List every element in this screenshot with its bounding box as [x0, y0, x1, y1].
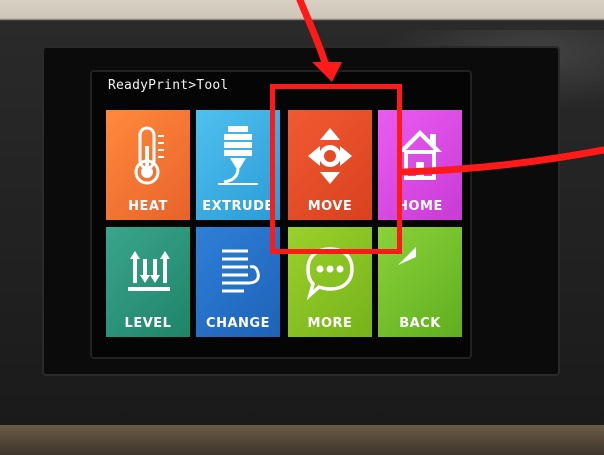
- annotation-arrows: [296, 0, 604, 176]
- top-arrow-head: [312, 62, 342, 82]
- right-arrow-shaft: [400, 146, 604, 176]
- top-arrow-shaft: [296, 0, 330, 70]
